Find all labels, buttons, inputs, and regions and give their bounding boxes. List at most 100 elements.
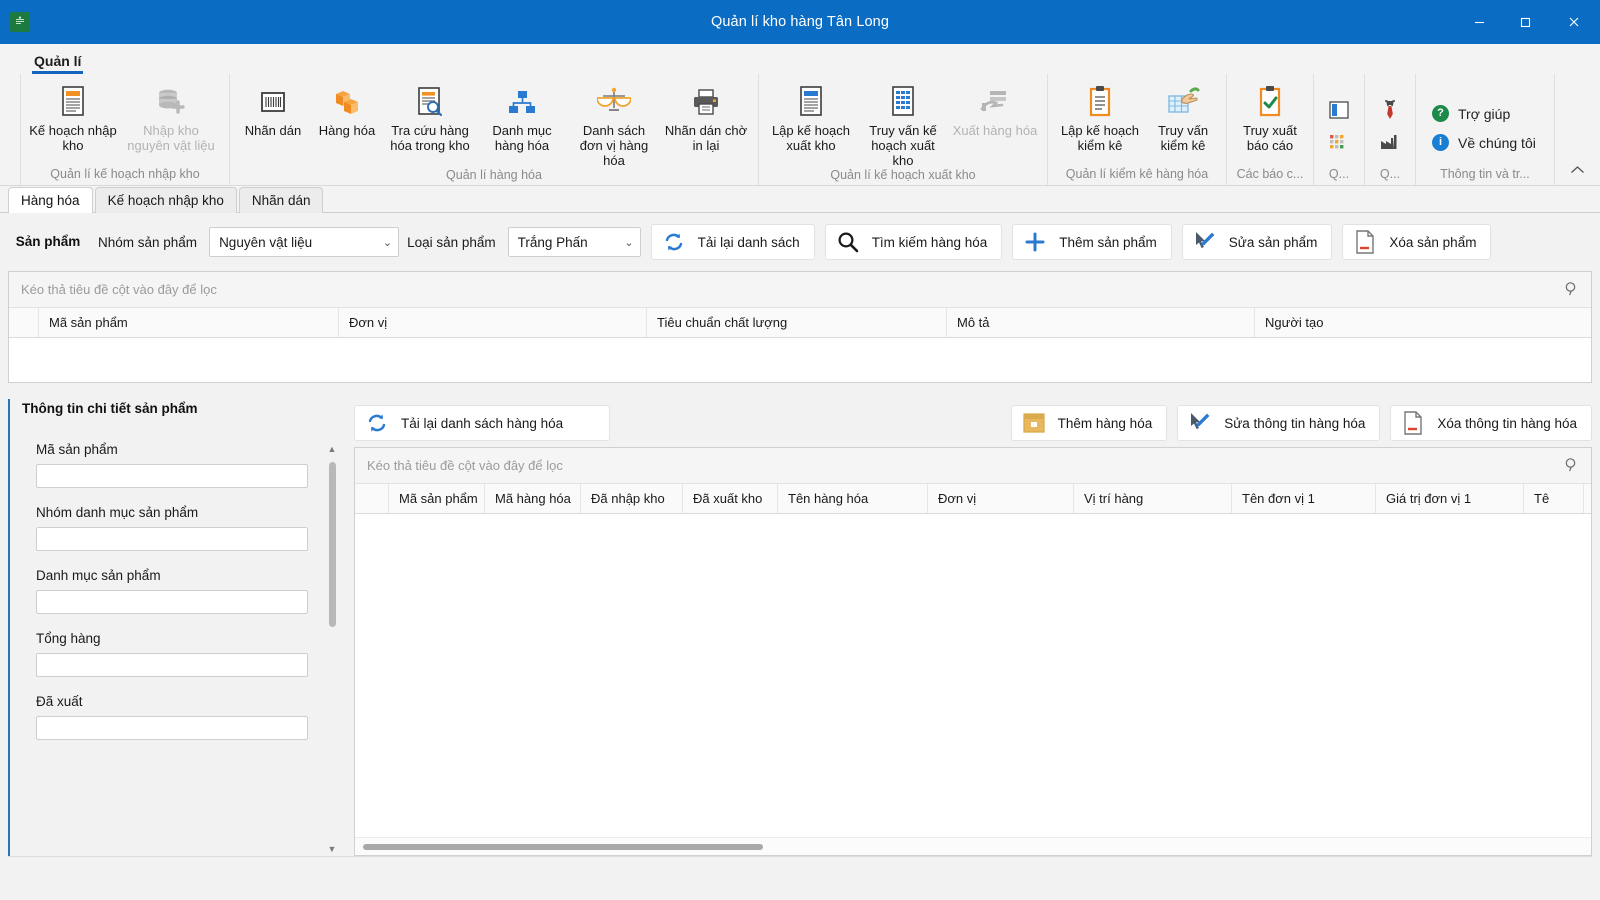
scrollbar-thumb[interactable]: [363, 843, 763, 850]
delete-document-icon: [1401, 411, 1425, 435]
field-label: Tổng hàng: [36, 631, 101, 646]
ribbon-button-xuat-hang-hoa[interactable]: Xuất hàng hóa: [949, 79, 1041, 138]
ribbon-button-danh-sach-don-vi[interactable]: Danh sách đơn vị hàng hóa: [568, 79, 660, 168]
find-icon[interactable]: [1564, 457, 1579, 475]
button-label: Xóa sản phẩm: [1389, 234, 1477, 250]
add-goods-button[interactable]: Thêm hàng hóa: [1010, 405, 1168, 441]
column-header-mo-ta[interactable]: Mô tả: [947, 308, 1255, 337]
nhom-danh-muc-san-pham-input[interactable]: [36, 527, 308, 551]
edit-product-button[interactable]: Sửa sản phẩm: [1181, 224, 1333, 260]
ribbon-button-nhan-dan-cho-in-lai[interactable]: Nhãn dán chờ in lại: [660, 79, 752, 153]
ribbon-button-label: Hàng hóa: [318, 123, 376, 138]
ribbon-button-label: Danh mục hàng hóa: [492, 123, 552, 153]
ribbon-button-lap-ke-hoach-xuat-kho[interactable]: Lập kế hoạch xuất kho: [765, 79, 857, 153]
ribbon-group-kiem-ke: Lập kế hoạch kiểm kê Truy vấn kiểm kê Qu…: [1048, 74, 1227, 185]
field-nhom-danh-muc-san-pham: Nhóm danh mục sản phẩm: [20, 505, 314, 551]
detail-panel-scrollbar[interactable]: ▲ ▼: [324, 442, 340, 856]
product-grid-filter-bar[interactable]: Kéo thả tiêu đề cột vào đây để lọc: [9, 272, 1591, 308]
product-group-combo[interactable]: Nguyên vật liệu ⌄: [209, 227, 400, 257]
tong-hang-input[interactable]: [36, 653, 308, 677]
reload-product-list-button[interactable]: Tải lại danh sách: [650, 224, 815, 260]
layout-panel-icon[interactable]: [1326, 99, 1352, 121]
column-header-don-vi[interactable]: Đơn vị: [339, 308, 647, 337]
ribbon-button-label: Truy xuất báo cáo: [1243, 123, 1297, 153]
ribbon-button-label: Xuất hàng hóa: [952, 123, 1038, 138]
row-indicator-header: [9, 308, 39, 337]
goods-grid-filter-bar[interactable]: Kéo thả tiêu đề cột vào đây để lọc: [355, 448, 1591, 484]
danh-muc-san-pham-input[interactable]: [36, 590, 308, 614]
doc-tab-ke-hoach-nhap-kho[interactable]: Kế hoạch nhập kho: [94, 187, 237, 213]
ribbon-button-hang-hoa[interactable]: Hàng hóa: [310, 79, 384, 138]
scrollbar-thumb[interactable]: [328, 462, 336, 627]
product-grid-body: [9, 338, 1591, 382]
maximize-button[interactable]: [1502, 0, 1548, 44]
column-header-ten-hang-hoa[interactable]: Tên hàng hóa: [778, 484, 928, 513]
doc-tab-label: Hàng hóa: [21, 193, 80, 208]
goods-pane: Tải lại danh sách hàng hóa Thêm hàng hóa: [340, 399, 1592, 856]
delete-product-button[interactable]: Xóa sản phẩm: [1342, 224, 1492, 260]
ribbon-group-title: Quản lí kiểm kê hàng hóa: [1065, 167, 1209, 181]
ribbon-button-truy-xuat-bao-cao[interactable]: Truy xuất báo cáo: [1233, 79, 1307, 153]
ribbon-button-truy-van-kiem-ke[interactable]: Truy vấn kiểm kê: [1146, 79, 1220, 153]
add-product-button[interactable]: Thêm sản phẩm: [1012, 224, 1172, 260]
product-detail-panel: Thông tin chi tiết sản phẩm Mã sản phẩm …: [8, 399, 340, 856]
column-header-ten-don-vi-1[interactable]: Tên đơn vị 1: [1232, 484, 1376, 513]
ribbon-button-danh-muc-hang-hoa[interactable]: Danh mục hàng hóa: [476, 79, 568, 153]
minimize-button[interactable]: [1456, 0, 1502, 44]
doc-tab-nhan-dan[interactable]: Nhãn dán: [238, 187, 324, 213]
field-danh-muc-san-pham: Danh mục sản phẩm: [20, 568, 314, 614]
ribbon-tab-quan-li[interactable]: Quản lí: [24, 49, 91, 74]
column-header-ten-don-vi-2[interactable]: Tê: [1524, 484, 1584, 513]
ribbon-button-nhan-dan[interactable]: Nhãn dán: [236, 79, 310, 138]
column-header-gia-tri-don-vi-1[interactable]: Giá trị đơn vị 1: [1376, 484, 1524, 513]
doc-tab-hang-hoa[interactable]: Hàng hóa: [8, 187, 93, 213]
detail-panel-scroll-area: Mã sản phẩm Nhóm danh mục sản phẩm Danh …: [20, 442, 340, 856]
help-question-icon: ?: [1432, 105, 1449, 122]
product-grid-header: Mã sản phẩm Đơn vị Tiêu chuẩn chất lượng…: [9, 308, 1591, 338]
column-header-tieu-chuan-chat-luong[interactable]: Tiêu chuẩn chất lượng: [647, 308, 947, 337]
grid-document-icon: [888, 83, 918, 121]
ribbon-button-label: Tra cứu hàng hóa trong kho: [390, 123, 470, 153]
ribbon-button-nhap-kho-nguyen-vat-lieu[interactable]: Nhập kho nguyên vật liệu: [119, 79, 223, 153]
edit-goods-button[interactable]: Sửa thông tin hàng hóa: [1177, 405, 1381, 441]
column-header-ma-hang-hoa[interactable]: Mã hàng hóa: [485, 484, 581, 513]
ribbon-group-nhap-kho: Kế hoạch nhập kho Nhập kho nguyên vật li…: [20, 74, 230, 185]
da-xuat-input[interactable]: [36, 716, 308, 740]
field-label: Mã sản phẩm: [36, 442, 118, 457]
column-header-vi-tri-hang[interactable]: Vị trí hàng: [1074, 484, 1232, 513]
scroll-up-arrow-icon[interactable]: ▲: [328, 442, 337, 456]
tie-icon[interactable]: [1377, 99, 1403, 121]
button-label: Thêm sản phẩm: [1059, 234, 1157, 250]
ribbon-button-ke-hoach-nhap-kho[interactable]: Kế hoạch nhập kho: [27, 79, 119, 153]
search-goods-button[interactable]: Tìm kiếm hàng hóa: [824, 224, 1003, 260]
column-header-ma-san-pham[interactable]: Mã sản phẩm: [389, 484, 485, 513]
column-header-ma-san-pham[interactable]: Mã sản phẩm: [39, 308, 339, 337]
reload-goods-list-button[interactable]: Tải lại danh sách hàng hóa: [354, 405, 610, 441]
goods-grid-hscrollbar[interactable]: [355, 837, 1591, 855]
ribbon-group-title: Các báo c...: [1236, 167, 1304, 181]
button-label: Tải lại danh sách: [697, 234, 800, 250]
scrollbar-track[interactable]: [324, 456, 340, 842]
ma-san-pham-input[interactable]: [36, 464, 308, 488]
ribbon-button-tro-giup[interactable]: ? Trợ giúp: [1432, 105, 1510, 122]
column-header-don-vi[interactable]: Đơn vị: [928, 484, 1074, 513]
color-palette-icon[interactable]: [1326, 131, 1352, 153]
column-header-nguoi-tao[interactable]: Người tạo: [1255, 308, 1585, 337]
ribbon-button-truy-van-ke-hoach-xuat-kho[interactable]: Truy vấn kế hoạch xuất kho: [857, 79, 949, 168]
column-header-da-nhap-kho[interactable]: Đã nhập kho: [581, 484, 683, 513]
ribbon-button-ve-chung-toi[interactable]: i Về chúng tôi: [1432, 134, 1536, 151]
factory-icon[interactable]: [1377, 131, 1403, 153]
ribbon-button-tra-cuu-hang-hoa[interactable]: Tra cứu hàng hóa trong kho: [384, 79, 476, 153]
column-header-da-xuat-kho[interactable]: Đã xuất kho: [683, 484, 778, 513]
ribbon-group-bao-cao: Truy xuất báo cáo Các báo c...: [1227, 74, 1314, 185]
product-section-title: Sản phẩm: [15, 234, 81, 249]
ribbon-group-title: Quản lí kế hoạch nhập kho: [50, 167, 200, 181]
ribbon-collapse-button[interactable]: [1564, 159, 1590, 181]
ribbon-group-hang-hoa: Nhãn dán Hàng hóa Tra cứu hàng hóa trong…: [230, 74, 759, 185]
product-type-combo[interactable]: Trắng Phấn ⌄: [507, 227, 641, 257]
ribbon-button-lap-ke-hoach-kiem-ke[interactable]: Lập kế hoạch kiểm kê: [1054, 79, 1146, 153]
find-icon[interactable]: [1564, 281, 1579, 299]
close-button[interactable]: [1548, 0, 1600, 44]
delete-goods-button[interactable]: Xóa thông tin hàng hóa: [1390, 405, 1592, 441]
scroll-down-arrow-icon[interactable]: ▼: [328, 842, 337, 856]
